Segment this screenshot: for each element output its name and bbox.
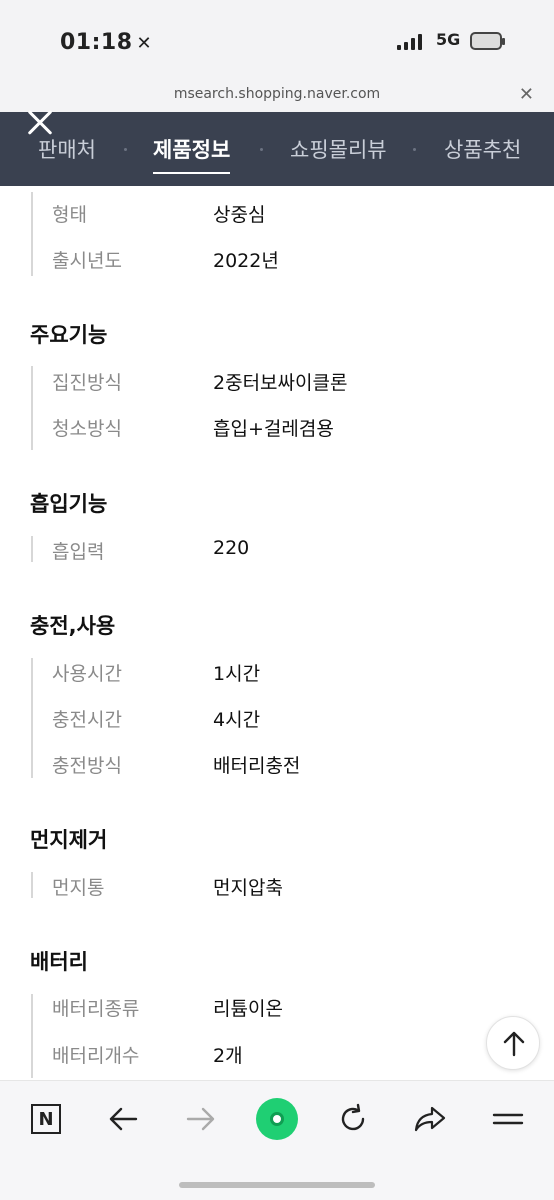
section-title-main-features: 주요기능 <box>30 323 108 347</box>
spec-label: 충전방식 <box>52 755 122 777</box>
spec-value: 4시간 <box>213 709 261 731</box>
url-text: msearch.shopping.naver.com <box>173 86 381 102</box>
spec-value: 2022년 <box>213 250 279 272</box>
spec-value: 2중터보싸이클론 <box>213 372 348 394</box>
tab-product-info[interactable]: 제품정보 <box>153 134 231 174</box>
group-divider <box>31 658 33 778</box>
home-indicator <box>179 1182 375 1188</box>
spec-label: 흡입력 <box>52 541 105 563</box>
spec-value: 1시간 <box>213 663 261 685</box>
green-dot-button[interactable] <box>252 1098 302 1140</box>
spec-value: 220 <box>213 537 250 559</box>
section-title-charging: 충전,사용 <box>30 614 116 638</box>
share-icon <box>414 1106 446 1132</box>
section-title-battery: 배터리 <box>30 950 88 974</box>
spec-label: 집진방식 <box>52 372 122 394</box>
arrow-up-icon <box>503 1031 525 1057</box>
forward-button[interactable] <box>176 1099 226 1139</box>
url-close-icon[interactable]: ✕ <box>519 84 534 105</box>
tab-mall-reviews[interactable]: 쇼핑몰리뷰 <box>290 134 387 164</box>
spec-label: 형태 <box>52 204 87 226</box>
spec-value: 흡입+걸레겸용 <box>213 418 334 440</box>
scroll-to-top-button[interactable] <box>486 1016 540 1070</box>
group-divider <box>31 366 33 450</box>
battery-icon <box>470 32 505 50</box>
status-bar: 01:18 ✕ 5G <box>0 0 554 84</box>
url-bar: msearch.shopping.naver.com ✕ <box>0 84 554 112</box>
status-time-text: 01:18 <box>60 30 133 55</box>
back-arrow-icon <box>109 1107 138 1131</box>
menu-button[interactable] <box>483 1099 533 1139</box>
refresh-button[interactable] <box>328 1099 378 1139</box>
group-divider <box>31 192 33 276</box>
spec-label: 먼지통 <box>52 877 105 899</box>
green-dot-icon <box>256 1098 298 1140</box>
section-title-dust: 먼지제거 <box>30 828 108 852</box>
refresh-icon <box>341 1103 365 1131</box>
spec-label: 청소방식 <box>52 418 122 440</box>
spec-label: 출시년도 <box>52 250 122 272</box>
group-divider <box>31 872 33 898</box>
menu-icon <box>492 1113 524 1125</box>
spec-label: 배터리종류 <box>52 998 140 1020</box>
back-button[interactable] <box>98 1099 148 1139</box>
spec-value: 2개 <box>213 1045 243 1067</box>
spec-label: 사용시간 <box>52 663 122 685</box>
status-time: 01:18 ✕ <box>60 30 152 55</box>
naver-n-icon: N <box>31 1104 61 1134</box>
forward-arrow-icon <box>186 1107 215 1131</box>
silent-mode-icon: ✕ <box>136 33 153 54</box>
network-type: 5G <box>436 30 461 49</box>
spec-label: 충전시간 <box>52 709 122 731</box>
share-button[interactable] <box>405 1099 455 1139</box>
tab-recommendations[interactable]: 상품추천 <box>444 134 521 164</box>
section-title-suction: 흡입기능 <box>30 492 108 516</box>
tab-separator <box>413 148 416 151</box>
spec-value: 먼지압축 <box>213 877 283 899</box>
tab-sellers[interactable]: 판매처 <box>38 134 96 164</box>
signal-icon <box>397 34 422 50</box>
group-divider <box>31 536 33 562</box>
group-divider <box>31 994 33 1078</box>
spec-label: 배터리개수 <box>52 1045 140 1067</box>
spec-value: 상중심 <box>213 204 266 226</box>
spec-value: 배터리충전 <box>213 755 301 777</box>
tab-separator <box>124 148 127 151</box>
naver-home-button[interactable]: N <box>21 1099 71 1139</box>
spec-value: 리튬이온 <box>213 998 283 1020</box>
tab-separator <box>260 148 263 151</box>
tab-bar: 판매처 제품정보 쇼핑몰리뷰 상품추천 <box>0 112 554 186</box>
